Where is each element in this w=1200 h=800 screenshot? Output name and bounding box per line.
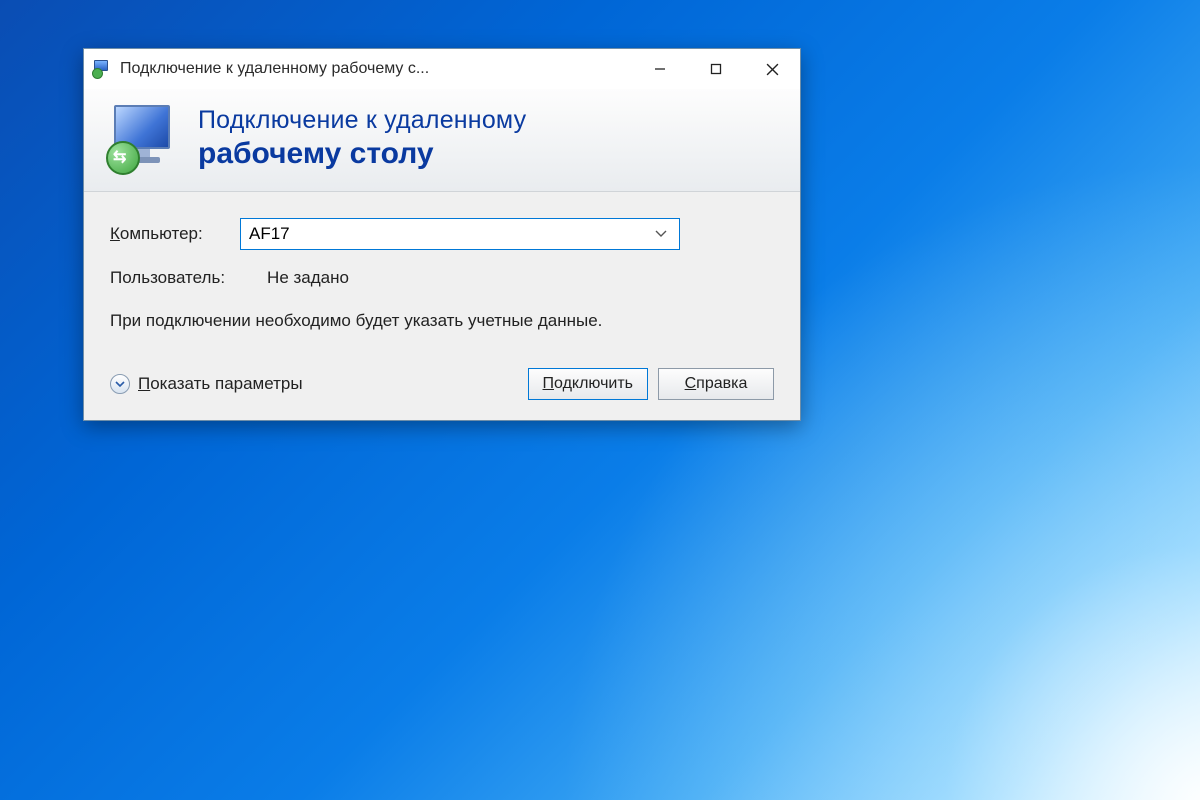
dialog-body: Компьютер: Пользователь: Не задано При п… — [84, 192, 800, 420]
user-value: Не задано — [267, 268, 349, 288]
window-controls — [632, 49, 800, 89]
rdp-dialog-window: Подключение к удаленному рабочему с... ⇆… — [83, 48, 801, 421]
dialog-footer: Показать параметры Подключить Справка — [110, 364, 774, 400]
user-label: Пользователь: — [110, 268, 225, 288]
app-small-icon — [92, 59, 112, 79]
banner: ⇆ Подключение к удаленному рабочему стол… — [84, 89, 800, 192]
banner-line1: Подключение к удаленному — [198, 106, 526, 135]
banner-text: Подключение к удаленному рабочему столу — [198, 106, 526, 171]
expand-down-icon — [110, 374, 130, 394]
banner-line2: рабочему столу — [198, 137, 526, 171]
maximize-button[interactable] — [688, 49, 744, 89]
help-button[interactable]: Справка — [658, 368, 774, 400]
rdp-app-icon: ⇆ — [108, 103, 178, 173]
user-row: Пользователь: Не задано — [110, 268, 774, 288]
computer-input[interactable] — [249, 224, 651, 244]
titlebar[interactable]: Подключение к удаленному рабочему с... — [84, 49, 800, 89]
close-button[interactable] — [744, 49, 800, 89]
computer-row: Компьютер: — [110, 218, 774, 250]
connect-button[interactable]: Подключить — [528, 368, 648, 400]
computer-combobox[interactable] — [240, 218, 680, 250]
computer-label: Компьютер: — [110, 224, 240, 244]
minimize-button[interactable] — [632, 49, 688, 89]
show-options-label: Показать параметры — [138, 374, 303, 394]
window-title: Подключение к удаленному рабочему с... — [120, 60, 632, 78]
show-options-toggle[interactable]: Показать параметры — [110, 374, 303, 394]
credentials-info: При подключении необходимо будет указать… — [110, 308, 630, 334]
chevron-down-icon[interactable] — [651, 227, 671, 241]
